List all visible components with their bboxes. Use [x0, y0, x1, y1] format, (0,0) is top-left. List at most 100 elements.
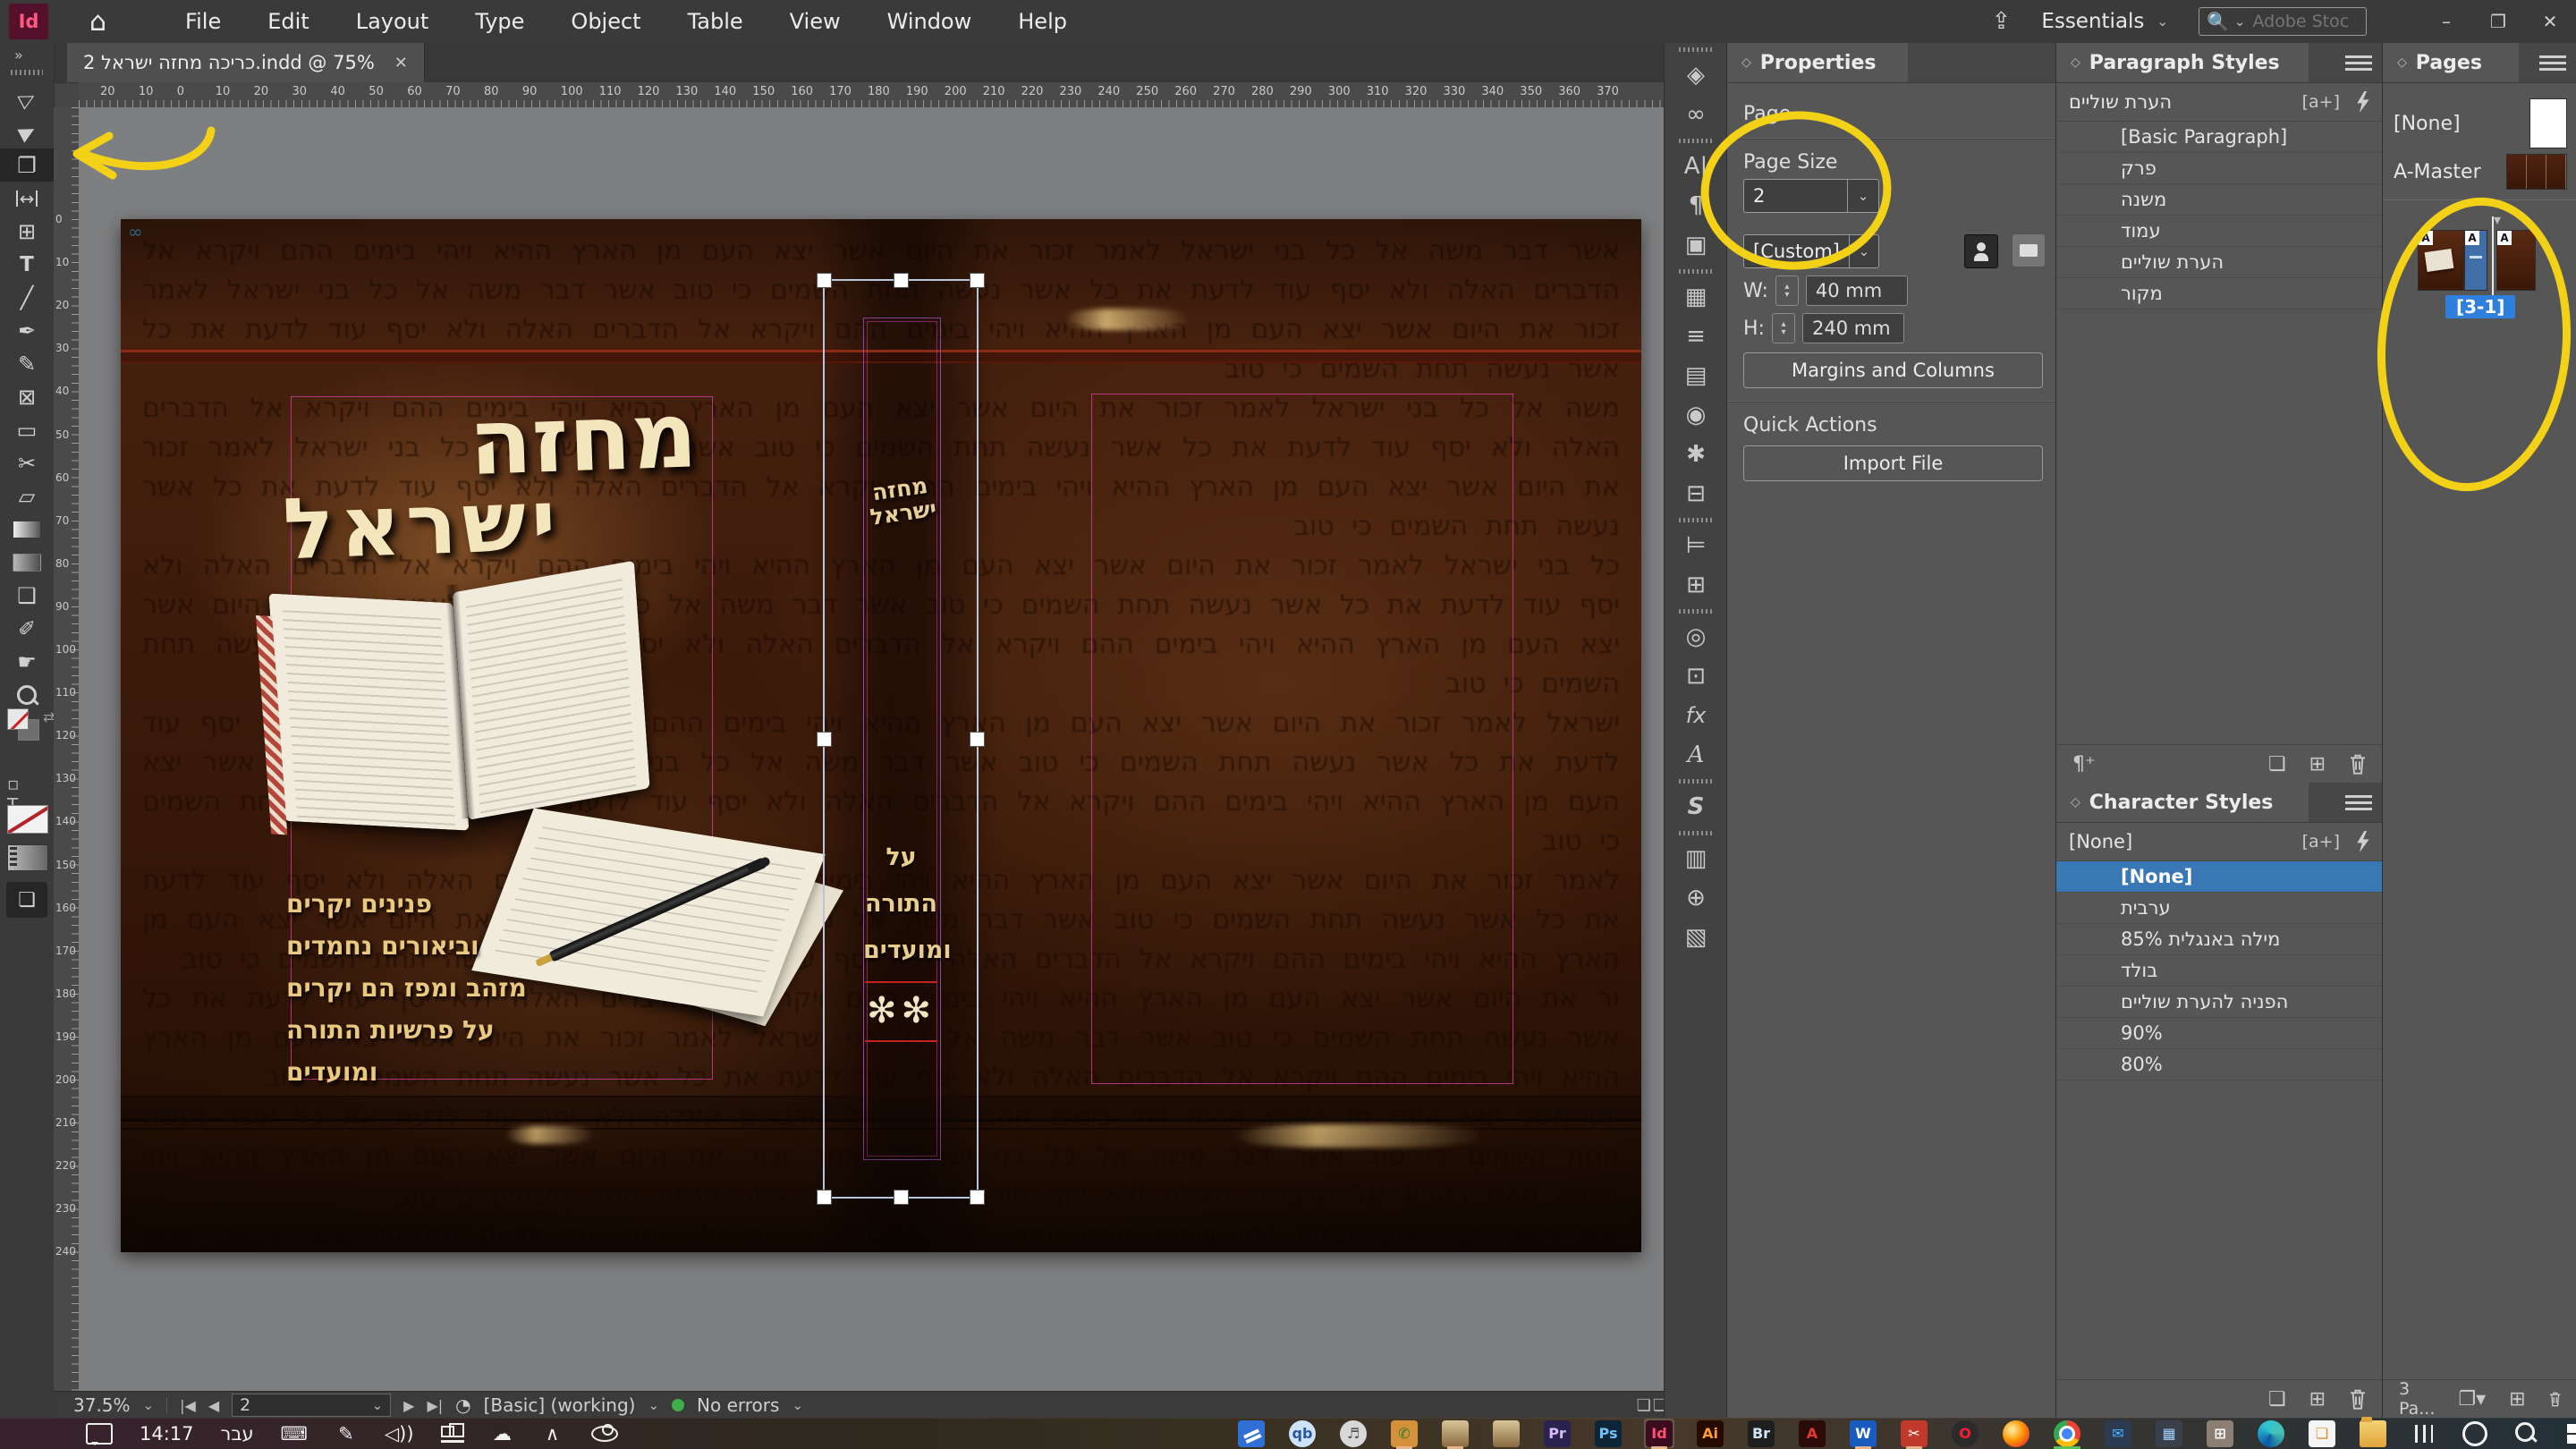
panel-menu-icon[interactable] [2345, 792, 2372, 813]
tray-item-pen-input[interactable]: ✎ [335, 1423, 358, 1445]
panel-icon-links[interactable]: ∞ [1665, 95, 1727, 134]
panel-icon-align[interactable]: ⊨ [1665, 526, 1727, 565]
taskbar-app-hebrew-library-1[interactable] [1440, 1419, 1470, 1448]
character-style-row[interactable]: [None] [2056, 861, 2383, 893]
panel-icon-color[interactable]: ◉ [1665, 395, 1727, 435]
taskbar-app-premiere[interactable]: Pr [1542, 1419, 1572, 1448]
tool-note[interactable]: ❑ [0, 579, 54, 612]
taskbar-app-hebrew-library-2[interactable] [1491, 1419, 1521, 1448]
panel-icon-grip4[interactable] [1665, 513, 1727, 526]
panel-icon-object-states[interactable]: ▧ [1665, 918, 1727, 957]
tool-line[interactable]: ╱ [0, 281, 54, 314]
taskbar-app-acrobat[interactable]: A [1797, 1419, 1827, 1448]
page-size-select[interactable]: 2 ⌄ [1743, 179, 1879, 213]
tool-direct-selection[interactable]: ▶ [0, 115, 54, 148]
taskbar-app-scanner[interactable] [1236, 1419, 1267, 1448]
home-icon[interactable]: ⌂ [89, 6, 106, 38]
panel-icon-paragraph[interactable]: ¶ [1665, 186, 1727, 225]
taskbar-app-firefox[interactable] [2001, 1419, 2031, 1448]
close-icon[interactable]: ✕ [394, 54, 408, 72]
tool-pencil[interactable]: ✎ [0, 347, 54, 380]
paragraph-style-row[interactable]: הערת שוליים [2056, 247, 2383, 278]
panel-icon-text-wrap[interactable]: ▣ [1665, 225, 1727, 265]
panel-menu-icon[interactable] [2345, 52, 2372, 73]
document-tab[interactable]: כריכה מחזה ישראל 2.indd @ 75% ✕ [67, 43, 425, 82]
delete-style-icon[interactable] [2349, 1388, 2367, 1410]
menu-item[interactable]: Window [887, 9, 972, 34]
menu-item[interactable]: Type [475, 9, 524, 34]
style-group-icon[interactable]: ❏ [2268, 753, 2286, 775]
character-style-row[interactable]: 80% [2056, 1049, 2383, 1080]
paragraph-style-row[interactable]: משנה [2056, 184, 2383, 216]
master-none-row[interactable]: [None] [2394, 99, 2566, 148]
horizontal-ruler[interactable]: 2010010203040506070809010011012013014015… [79, 82, 1664, 108]
applied-fill-none[interactable] [7, 805, 48, 834]
selected-spread-label[interactable]: [3-1] [2445, 295, 2515, 318]
next-page-button[interactable]: ▶ [403, 1397, 414, 1414]
taskbar-app-red-utility[interactable]: ✂ [1899, 1419, 1929, 1448]
window-button-restore[interactable]: ❐ [2472, 0, 2524, 43]
selection-handle[interactable] [894, 273, 909, 288]
tool-eyedropper[interactable]: ✐ [0, 612, 54, 645]
panel-icon-gradient[interactable]: ▤ [1665, 356, 1727, 395]
chevron-down-icon[interactable]: ⌄ [143, 1397, 155, 1413]
paragraph-style-row[interactable]: פרק [2056, 153, 2383, 184]
panel-icon-character[interactable]: A| [1665, 147, 1727, 186]
tray-item-tray-expand[interactable]: ∧ [541, 1423, 564, 1445]
panel-icon-effects[interactable]: fx [1665, 696, 1727, 735]
taskbar-app-qbittorrent[interactable]: qb [1287, 1419, 1318, 1448]
taskbar-app-mail[interactable]: ✉ [2103, 1419, 2133, 1448]
master-a-row[interactable]: A-Master [2394, 155, 2566, 189]
taskbar-app-sliders[interactable] [2409, 1419, 2439, 1448]
height-stepper[interactable]: ▴▾ [1772, 313, 1795, 343]
menu-item[interactable]: Layout [356, 9, 429, 34]
taskbar-app-file-explorer[interactable] [2358, 1419, 2388, 1448]
character-style-row[interactable]: הפניה להערת שוליים [2056, 987, 2383, 1018]
menu-item[interactable]: Help [1018, 9, 1067, 34]
chevron-down-icon[interactable]: ⌄ [792, 1397, 803, 1413]
page-number-field[interactable]: 2 ⌄ [232, 1394, 391, 1417]
tray-item-clock[interactable]: 14:17 [140, 1423, 194, 1445]
fill-swatch-none[interactable] [7, 708, 29, 730]
menu-item[interactable]: File [185, 9, 221, 34]
window-button-minimize[interactable]: – [2420, 0, 2472, 43]
paragraph-style-row[interactable]: [Basic Paragraph] [2056, 122, 2383, 153]
panel-icon-grip7[interactable] [1665, 826, 1727, 839]
menu-item[interactable]: Table [688, 9, 743, 34]
selection-handle[interactable] [970, 273, 985, 288]
taskbar-app-calculator[interactable]: ▦ [2154, 1419, 2184, 1448]
pasteboard[interactable]: אשר דבר משה אל כל בני ישראל לאמר זכור את… [79, 107, 1664, 1391]
tray-item-keyboard[interactable]: ⌨ [281, 1423, 308, 1445]
tool-content-collector[interactable]: ⊞ [0, 215, 54, 248]
tool-frame[interactable]: ⊠ [0, 380, 54, 413]
panel-icon-data-merge[interactable]: ⊕ [1665, 878, 1727, 918]
panel-icon-pathfinder[interactable]: ⊞ [1665, 565, 1727, 605]
paragraph-style-row[interactable]: מקור [2056, 278, 2383, 309]
tool-hand[interactable]: ☛ [0, 645, 54, 678]
panel-icon-text-wrap-options[interactable]: ◎ [1665, 617, 1727, 657]
preflight-status-label[interactable]: No errors [697, 1394, 779, 1416]
tool-gradient-feather[interactable] [0, 546, 54, 579]
workspace-switcher[interactable]: Essentials ⌄ [2041, 10, 2168, 33]
panel-icon-table[interactable]: ▥ [1665, 839, 1727, 878]
document-spread[interactable]: אשר דבר משה אל כל בני ישראל לאמר זכור את… [121, 219, 1641, 1252]
tab-pages[interactable]: ◇ Pages [2383, 43, 2519, 82]
character-style-row[interactable]: ערבית [2056, 893, 2383, 924]
panel-icon-glyphs[interactable]: A [1665, 735, 1727, 775]
tool-gap[interactable]: ↔ [0, 182, 54, 215]
tool-page[interactable]: ❐ [0, 148, 54, 182]
tray-item-notifications[interactable] [86, 1423, 113, 1445]
selected-frame[interactable] [823, 279, 979, 1199]
preflight-icon[interactable]: ◔ [455, 1394, 470, 1416]
prev-page-button[interactable]: ◀ [208, 1397, 219, 1414]
panel-icon-grip2[interactable] [1665, 134, 1727, 147]
style-quick-apply-icon[interactable] [2356, 831, 2370, 852]
panel-icon-swatches[interactable]: ▦ [1665, 277, 1727, 317]
page-thumbnail-1[interactable]: A [2497, 231, 2535, 290]
share-icon[interactable]: ⇪ [1992, 8, 2012, 35]
tab-paragraph-styles[interactable]: ◇ Paragraph Styles [2056, 43, 2309, 82]
panel-icon-grip3[interactable] [1665, 265, 1727, 277]
edit-page-size-icon[interactable]: ❐▾ [2458, 1388, 2486, 1411]
collapse-panel-icon[interactable]: » [14, 47, 21, 64]
tab-character-styles[interactable]: ◇ Character Styles [2056, 783, 2309, 822]
